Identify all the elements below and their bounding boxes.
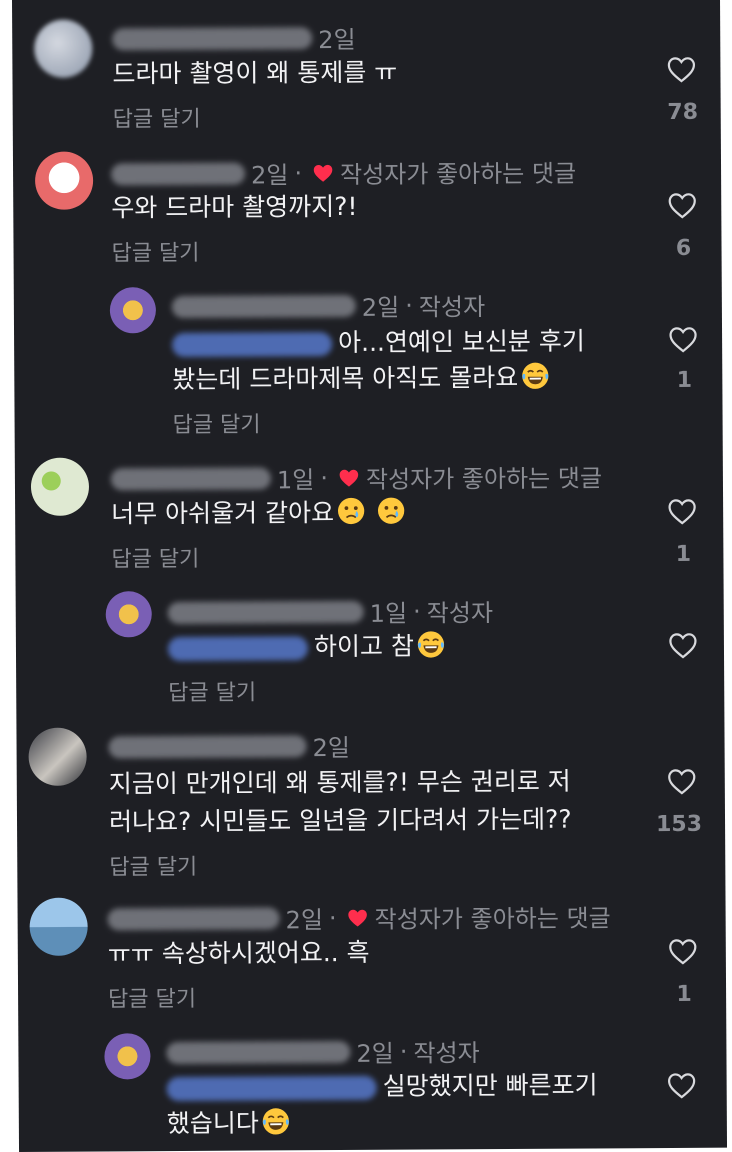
mention-link[interactable] <box>167 636 309 662</box>
avatar[interactable] <box>34 151 94 210</box>
comment-text: 봤는데 드라마제목 아직도 몰라요 <box>172 362 519 395</box>
comment-time: 2일 <box>285 906 324 935</box>
comment-time: 1일 <box>276 466 315 495</box>
comment-time: 2일 <box>356 1039 394 1068</box>
author-liked-badge: 작성자가 좋아하는 댓글 <box>334 458 602 495</box>
comment-text-line: 실망했지만 빠른포기 <box>166 1066 598 1107</box>
like-count: 153 <box>656 811 703 838</box>
laughing-tears-emoji-icon <box>261 1106 291 1136</box>
reply-button[interactable]: 답글 달기 <box>109 849 197 882</box>
author-tag: 작성자 <box>413 1039 480 1068</box>
like-heart-icon[interactable] <box>668 938 698 965</box>
author-liked-badge: 작성자가 좋아하는 댓글 <box>343 898 611 935</box>
comment-text: 드라마 촬영이 왜 통제를 ㅠ <box>112 57 398 89</box>
separator-dot: · <box>405 291 413 320</box>
username[interactable] <box>112 26 313 50</box>
author-tag: 작성자 <box>426 599 494 628</box>
comment-text-line: 했습니다 <box>167 1104 291 1143</box>
avatar[interactable] <box>34 19 93 78</box>
heart-filled-icon <box>312 163 334 183</box>
comment-text-line: 봤는데 드라마제목 아직도 몰라요 <box>172 359 550 399</box>
reply-button[interactable]: 답글 달기 <box>111 235 199 268</box>
like-heart-icon[interactable] <box>667 192 697 219</box>
username[interactable] <box>166 1040 351 1064</box>
reply-button[interactable]: 답글 달기 <box>108 981 196 1014</box>
avatar[interactable] <box>105 591 152 638</box>
like-count: 1 <box>676 981 692 1007</box>
comment-time: 2일 <box>318 25 356 55</box>
comment-text: 하이고 참 <box>313 631 414 662</box>
comment-text: 했습니다 <box>166 1108 259 1139</box>
holding-back-tears-emoji-icon <box>376 496 406 526</box>
comment-text: ㅠㅠ 속상하시겠어요.. 흑 <box>107 937 370 969</box>
like-count: 1 <box>675 541 692 567</box>
username[interactable] <box>171 294 356 318</box>
comment-text: 지금이 만개인데 왜 통제를?! 무슨 권리로 저 <box>108 766 571 799</box>
heart-filled-icon <box>347 907 369 927</box>
comment-time: 2일 <box>361 293 400 322</box>
like-heart-icon[interactable] <box>667 768 697 795</box>
comment-time: 2일 <box>250 161 289 190</box>
comment-text-line: 아...연예인 보신분 후기 <box>172 323 585 364</box>
author-liked-label: 작성자가 좋아하는 댓글 <box>374 904 611 934</box>
comment-text: 실망했지만 빠른포기 <box>382 1070 598 1101</box>
mention-link[interactable] <box>166 1075 377 1102</box>
avatar[interactable] <box>28 727 87 786</box>
like-heart-icon[interactable] <box>667 498 697 525</box>
username[interactable] <box>110 162 246 185</box>
comment-text-line: 하이고 참 <box>167 627 446 667</box>
laughing-tears-emoji-icon <box>520 361 550 391</box>
holding-back-tears-emoji-icon <box>336 496 366 526</box>
author-liked-label: 작성자가 좋아하는 댓글 <box>339 159 577 189</box>
heart-filled-icon <box>338 467 360 487</box>
author-tag: 작성자 <box>418 293 486 322</box>
author-liked-badge: 작성자가 좋아하는 댓글 <box>308 154 576 191</box>
separator-dot: · <box>294 158 303 187</box>
like-heart-icon[interactable] <box>667 1072 697 1099</box>
separator-dot: · <box>399 1037 408 1066</box>
username[interactable] <box>110 466 271 490</box>
comment-text-line: 너무 아쉬울거 같아요 <box>111 494 406 534</box>
mention-link[interactable] <box>172 332 333 358</box>
like-heart-icon[interactable] <box>668 326 698 353</box>
comment-text: 아...연예인 보신분 후기 <box>338 326 585 358</box>
separator-dot: · <box>413 597 421 626</box>
like-count: 1 <box>676 367 693 393</box>
reply-button[interactable]: 답글 달기 <box>111 541 199 574</box>
like-count: 6 <box>675 235 692 261</box>
reply-button[interactable]: 답글 달기 <box>113 101 201 134</box>
username[interactable] <box>108 734 307 758</box>
separator-dot: · <box>320 463 329 492</box>
comment-text: 너무 아쉬울거 같아요 <box>111 498 335 529</box>
avatar[interactable] <box>30 457 90 516</box>
separator-dot: · <box>328 903 337 932</box>
reply-button[interactable]: 답글 달기 <box>168 675 256 708</box>
comment-time: 2일 <box>312 733 351 763</box>
comment-time: 1일 <box>369 599 408 628</box>
username[interactable] <box>107 906 280 930</box>
comment-thread: 2일 드라마 촬영이 왜 통제를 ㅠ 답글 달기 78 2일 · 작성자가 좋아… <box>12 0 728 1152</box>
like-heart-icon[interactable] <box>668 632 698 659</box>
author-liked-label: 작성자가 좋아하는 댓글 <box>365 464 603 494</box>
username[interactable] <box>167 600 364 624</box>
avatar[interactable] <box>109 287 157 334</box>
comment-text: 우와 드라마 촬영까지?! <box>111 191 358 223</box>
avatar[interactable] <box>29 897 88 956</box>
like-count: 78 <box>667 99 699 125</box>
laughing-tears-emoji-icon <box>416 629 446 659</box>
reply-button[interactable]: 답글 달기 <box>172 406 261 439</box>
like-heart-icon[interactable] <box>666 56 696 83</box>
avatar[interactable] <box>104 1033 151 1080</box>
comment-text: 러나요? 시민들도 일년을 기다려서 가는데?? <box>108 804 572 837</box>
